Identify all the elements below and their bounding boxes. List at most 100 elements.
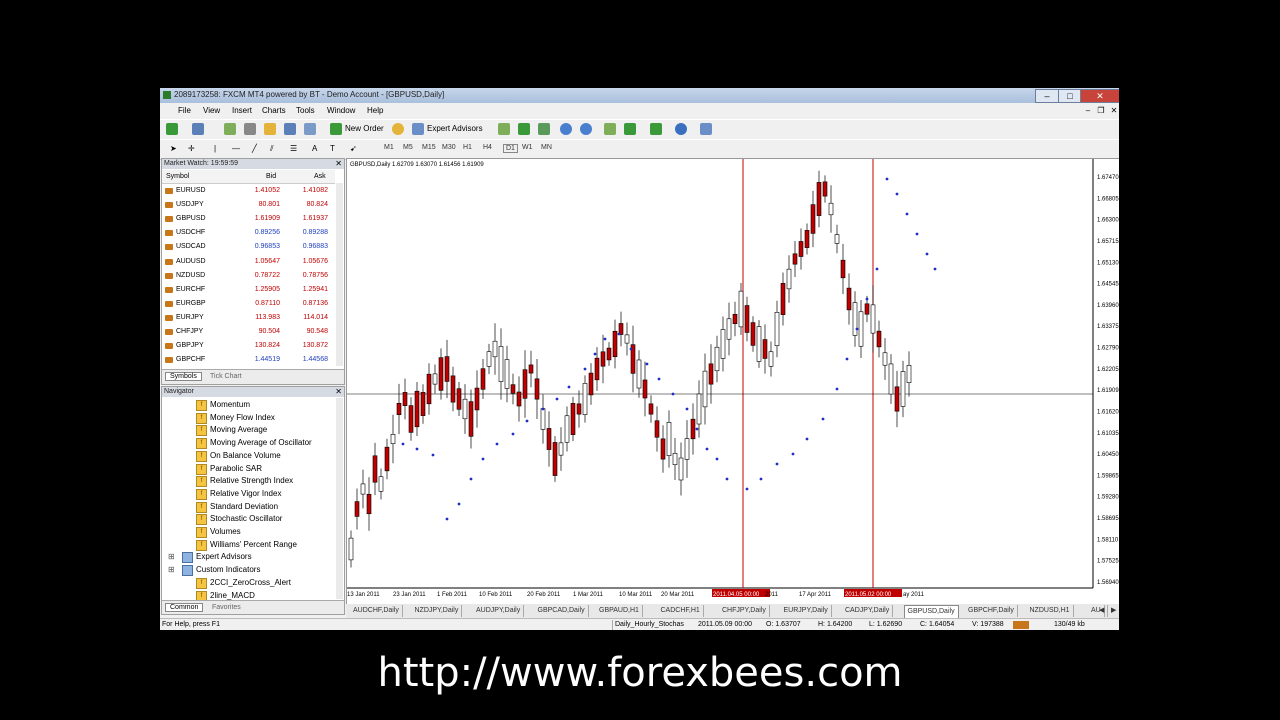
tab-favorites[interactable]: Favorites [212, 604, 241, 611]
market-watch-row[interactable]: CHFJPY 90.504 90.548 [162, 325, 335, 339]
zoom-in-icon[interactable] [560, 123, 572, 135]
tab-tick-chart[interactable]: Tick Chart [210, 373, 242, 380]
menu-help[interactable]: Help [367, 106, 383, 115]
menu-file[interactable]: File [178, 106, 191, 115]
price-chart[interactable]: 1.67470 1.66805 1.66300 1.65715 1.65130 1.645… [347, 159, 1119, 605]
navigator-custom-item[interactable]: f 2CCI_ZeroCross_Alert [162, 576, 335, 589]
market-watch-row[interactable]: NZDUSD 0.78722 0.78756 [162, 269, 335, 283]
terminal-icon[interactable] [284, 123, 296, 135]
tf-mn[interactable]: MN [541, 144, 552, 151]
data-window-icon[interactable] [244, 123, 256, 135]
navigator-indicator-item[interactable]: f Williams' Percent Range [162, 538, 335, 551]
metaeditor-icon[interactable] [392, 123, 404, 135]
market-watch-row[interactable]: USDJPY 80.801 80.824 [162, 198, 335, 212]
market-watch-row[interactable]: GBPUSD 1.61909 1.61937 [162, 212, 335, 226]
navigator-indicator-item[interactable]: f Moving Average [162, 423, 335, 437]
minimize-button[interactable]: – [1035, 89, 1059, 103]
horizontal-line-icon[interactable]: — [232, 144, 240, 153]
profiles-icon[interactable] [192, 123, 204, 135]
tabs-scroll-right-icon[interactable]: ▶ [1108, 605, 1119, 617]
arrows-tool-icon[interactable]: ➹ [350, 144, 357, 153]
strategy-tester-icon[interactable] [304, 123, 316, 135]
tf-h4[interactable]: H4 [483, 144, 492, 151]
market-watch-row[interactable]: USDCAD 0.96853 0.96883 [162, 240, 335, 254]
line-chart-icon[interactable] [538, 123, 550, 135]
navigator-indicator-item[interactable]: f On Balance Volume [162, 449, 335, 462]
market-watch-row[interactable]: GBPJPY 130.824 130.872 [162, 339, 335, 353]
close-button[interactable]: ✕ [1080, 89, 1119, 103]
market-watch-row[interactable]: EURJPY 113.983 114.014 [162, 311, 335, 325]
text-tool-icon[interactable]: A [312, 144, 317, 153]
market-watch-scrollbar[interactable] [336, 183, 343, 366]
chart-tab[interactable]: CHFJPY,Daily [719, 605, 770, 617]
market-watch-icon[interactable] [224, 123, 236, 135]
ask-col-header[interactable]: Ask [314, 173, 326, 180]
bid-col-header[interactable]: Bid [266, 173, 276, 180]
navigator-folder[interactable]: ⊞ Custom Indicators [162, 563, 335, 577]
channel-icon[interactable]: ⫽ [270, 144, 274, 154]
navigator-indicator-item[interactable]: f Stochastic Oscillator [162, 512, 335, 526]
chart-tab[interactable]: EURJPY,Daily [781, 605, 832, 617]
navigator-close-icon[interactable]: ✕ [335, 387, 342, 397]
chart-tab[interactable]: CADCHF,H1 [658, 605, 704, 617]
fibonacci-icon[interactable]: ☰ [290, 144, 297, 153]
new-order-button[interactable]: New Order [345, 124, 384, 133]
tf-m15[interactable]: M15 [422, 144, 436, 151]
tabs-scroll-left-icon[interactable]: ◀ [1096, 605, 1109, 617]
chart-shift-icon[interactable] [624, 123, 636, 135]
chart-tab[interactable]: GBPAUD,H1 [596, 605, 643, 617]
maximize-button[interactable]: □ [1058, 89, 1082, 103]
tf-m30[interactable]: M30 [442, 144, 456, 151]
tf-m5[interactable]: M5 [403, 144, 413, 151]
chart-tab[interactable]: GBPCHF,Daily [965, 605, 1018, 617]
navigator-scrollbar[interactable] [336, 398, 343, 599]
vertical-line-icon[interactable]: | [214, 144, 216, 153]
navigator-indicator-item[interactable]: f Standard Deviation [162, 500, 335, 513]
mdi-restore-button[interactable]: ❐ [1096, 106, 1106, 115]
navigator-icon[interactable] [264, 123, 276, 135]
navigator-indicator-item[interactable]: f Momentum [162, 398, 335, 411]
market-watch-close-icon[interactable]: ✕ [335, 159, 342, 169]
navigator-folder[interactable]: ⊞ Expert Advisors [162, 550, 335, 564]
zoom-out-icon[interactable] [580, 123, 592, 135]
menu-window[interactable]: Window [327, 106, 355, 115]
navigator-indicator-item[interactable]: f Money Flow Index [162, 411, 335, 424]
market-watch-row[interactable]: USDCHF 0.89256 0.89288 [162, 226, 335, 240]
indicators-icon[interactable] [650, 123, 662, 135]
market-watch-row[interactable]: AUDUSD 1.05647 1.05676 [162, 255, 335, 269]
navigator-indicator-item[interactable]: f Relative Vigor Index [162, 487, 335, 500]
cursor-icon[interactable]: ➤ [170, 144, 177, 153]
chart-tab[interactable]: AUDJPY,Daily [473, 605, 525, 617]
trendline-icon[interactable]: ╱ [252, 144, 257, 153]
chart-tab[interactable]: NZDJPY,Daily [412, 605, 463, 617]
market-watch-row[interactable]: EURUSD 1.41052 1.41082 [162, 184, 335, 198]
tile-windows-icon[interactable] [604, 123, 616, 135]
label-tool-icon[interactable]: T [330, 144, 335, 153]
navigator-indicator-item[interactable]: f Relative Strength Index [162, 474, 335, 488]
navigator-indicator-item[interactable]: f Parabolic SAR [162, 462, 335, 475]
bar-chart-icon[interactable] [498, 123, 510, 135]
mdi-minimize-button[interactable]: – [1083, 106, 1093, 115]
tf-w1[interactable]: W1 [522, 144, 533, 151]
menu-tools[interactable]: Tools [296, 106, 315, 115]
tf-m1[interactable]: M1 [384, 144, 394, 151]
menu-insert[interactable]: Insert [232, 106, 252, 115]
navigator-indicator-item[interactable]: f Volumes [162, 525, 335, 538]
tf-h1[interactable]: H1 [463, 144, 472, 151]
symbol-col-header[interactable]: Symbol [166, 173, 189, 180]
expand-icon[interactable]: ⊞ [168, 552, 175, 561]
chart-tab[interactable]: AUDCHF,Daily [350, 605, 403, 617]
navigator-indicator-item[interactable]: f Moving Average of Oscillator [162, 436, 335, 450]
chart-tab[interactable]: NZDUSD,H1 [1027, 605, 1074, 617]
market-watch-row[interactable]: EURGBP 0.87110 0.87136 [162, 297, 335, 311]
periods-icon[interactable] [675, 123, 687, 135]
tab-common[interactable]: Common [165, 603, 204, 612]
chart-tab[interactable]: GBPCAD,Daily [535, 605, 589, 617]
chart-tab[interactable]: GBPUSD,Daily [903, 605, 959, 619]
expert-advisors-button[interactable]: Expert Advisors [427, 124, 483, 133]
menu-charts[interactable]: Charts [262, 106, 286, 115]
expand-icon[interactable]: ⊞ [168, 565, 175, 574]
tab-symbols[interactable]: Symbols [165, 372, 202, 381]
chart-area[interactable]: GBPUSD,Daily 1.62709 1.63070 1.61456 1.6… [346, 158, 1119, 606]
market-watch-row[interactable]: GBPCHF 1.44519 1.44568 [162, 353, 335, 367]
